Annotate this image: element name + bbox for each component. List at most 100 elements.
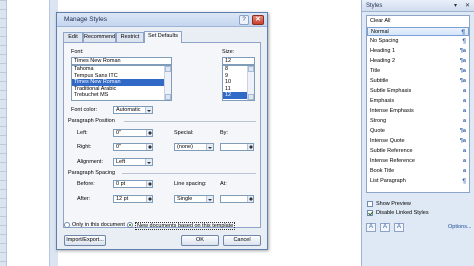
tab-set-defaults[interactable]: Set Defaults xyxy=(144,31,182,43)
help-button[interactable]: ? xyxy=(239,15,249,25)
paragraph-spacing-label: Paragraph Spacing xyxy=(68,170,116,176)
special-dropdown[interactable]: (none) xyxy=(174,143,214,151)
disable-linked-styles-label: Disable Linked Styles xyxy=(376,210,429,216)
style-item[interactable]: Subtle Emphasis a xyxy=(367,87,469,96)
pane-close-icon[interactable]: ✕ xyxy=(465,2,470,9)
style-item[interactable]: Heading 2 ¶a xyxy=(367,57,469,66)
before-label: Before: xyxy=(77,181,95,187)
style-item[interactable]: Title ¶a xyxy=(367,67,469,76)
style-item[interactable]: Intense Reference a xyxy=(367,157,469,166)
style-item[interactable]: Emphasis a xyxy=(367,97,469,106)
alignment-dropdown[interactable]: Left xyxy=(113,158,153,166)
style-item[interactable]: Heading 1 ¶a xyxy=(367,47,469,56)
ok-button[interactable]: OK xyxy=(181,235,219,246)
before-input[interactable]: 0 pt xyxy=(113,180,153,188)
tab-restrict[interactable]: Restrict xyxy=(116,32,144,42)
special-value: (none) xyxy=(177,144,193,150)
dialog-titlebar: Manage Styles ? ✕ xyxy=(57,13,267,27)
style-item[interactable]: Strong a xyxy=(367,117,469,126)
size-list[interactable]: 8 9 10 11 12 xyxy=(222,65,255,101)
style-item[interactable]: Book Title a xyxy=(367,167,469,176)
close-button[interactable]: ✕ xyxy=(252,15,264,25)
new-style-icon[interactable]: A xyxy=(366,223,376,232)
scroll-up-icon[interactable] xyxy=(165,66,171,72)
left-indent-value: 0" xyxy=(116,130,122,136)
style-name: Book Title xyxy=(370,168,395,174)
show-preview-label: Show Preview xyxy=(376,201,411,207)
spinner-icon[interactable] xyxy=(146,196,152,202)
spinner-icon[interactable] xyxy=(247,144,253,150)
tab-edit[interactable]: Edit xyxy=(63,32,83,42)
scroll-up-icon[interactable] xyxy=(248,66,254,72)
style-item[interactable]: Subtitle ¶a xyxy=(367,77,469,86)
cancel-button[interactable]: Cancel xyxy=(223,235,261,246)
chevron-down-icon xyxy=(206,144,213,150)
style-item[interactable]: Quote ¶a xyxy=(367,127,469,136)
options-link[interactable]: Options... xyxy=(448,224,472,230)
font-list[interactable]: Tahoma Tempus Sans ITC Times New Roman T… xyxy=(71,65,172,101)
at-label: At: xyxy=(220,181,227,187)
character-style-icon: a xyxy=(462,108,466,114)
style-name: Subtle Reference xyxy=(370,148,413,154)
size-list-scrollbar[interactable] xyxy=(247,66,254,100)
styles-pane-title: Styles xyxy=(366,3,383,9)
style-item[interactable]: List Paragraph ¶ xyxy=(367,177,469,186)
size-input[interactable]: 12 xyxy=(222,57,255,65)
disable-linked-styles-checkbox[interactable] xyxy=(367,210,373,216)
character-style-icon: a xyxy=(462,118,466,124)
at-input[interactable] xyxy=(220,195,254,203)
style-item[interactable]: Intense Quote ¶a xyxy=(367,137,469,146)
left-indent-input[interactable]: 0" xyxy=(113,129,153,137)
after-input[interactable]: 12 pt xyxy=(113,195,153,203)
style-name: Intense Quote xyxy=(370,138,405,144)
spinner-icon[interactable] xyxy=(247,196,253,202)
font-color-dropdown[interactable]: Automatic xyxy=(113,106,153,114)
style-inspector-icon[interactable]: A xyxy=(380,223,390,232)
section-divider xyxy=(122,173,256,174)
line-spacing-dropdown[interactable]: Single xyxy=(174,195,214,203)
before-value: 0 pt xyxy=(116,181,126,187)
style-name: Heading 2 xyxy=(370,58,396,64)
character-style-icon: a xyxy=(462,148,466,154)
tab-recommend[interactable]: Recommend xyxy=(83,32,116,42)
spinner-icon[interactable] xyxy=(146,144,152,150)
style-item[interactable]: Clear All xyxy=(367,17,469,26)
font-option[interactable]: Trebuchet MS xyxy=(72,92,171,99)
show-preview-checkbox[interactable] xyxy=(367,201,373,207)
scroll-down-icon[interactable] xyxy=(165,94,171,100)
right-indent-input[interactable]: 0" xyxy=(113,143,153,151)
font-color-label: Font color: xyxy=(71,107,97,113)
font-list-scrollbar[interactable] xyxy=(164,66,171,100)
styles-pane: Styles ▾ ✕ Clear All Normal ¶ No Spacing ¶… xyxy=(361,0,474,266)
styles-list[interactable]: Clear All Normal ¶ No Spacing ¶ Heading 1 ¶… xyxy=(366,15,470,193)
by-input[interactable] xyxy=(220,143,254,151)
style-item[interactable]: Subtle Reference a xyxy=(367,147,469,156)
document-ruler-area xyxy=(0,0,58,266)
paragraph-mark-icon: ¶ xyxy=(462,38,466,45)
line-spacing-value: Single xyxy=(177,196,193,202)
spinner-icon[interactable] xyxy=(146,181,152,187)
paragraph-mark-icon: ¶ xyxy=(462,178,466,185)
right-indent-value: 0" xyxy=(116,144,122,150)
import-export-button[interactable]: Import/Export... xyxy=(64,235,106,246)
style-item[interactable]: Intense Emphasis a xyxy=(367,107,469,116)
font-input[interactable]: Times New Roman xyxy=(71,57,172,65)
scroll-down-icon[interactable] xyxy=(248,94,254,100)
only-in-document-radio[interactable] xyxy=(64,222,70,228)
chevron-down-icon xyxy=(145,159,152,165)
style-item-selected[interactable]: Normal ¶ xyxy=(367,27,469,36)
spinner-icon[interactable] xyxy=(146,130,152,136)
left-indent-label: Left: xyxy=(77,130,88,136)
linked-style-icon: ¶a xyxy=(459,58,466,64)
character-style-icon: a xyxy=(462,98,466,104)
manage-styles-icon[interactable]: A xyxy=(394,223,404,232)
pane-menu-icon[interactable]: ▾ xyxy=(454,2,457,9)
only-in-document-label: Only in this document xyxy=(72,222,125,228)
new-documents-radio[interactable] xyxy=(127,222,133,228)
linked-style-icon: ¶a xyxy=(459,78,466,84)
style-item[interactable]: No Spacing ¶ xyxy=(367,37,469,46)
font-color-value: Automatic xyxy=(116,107,141,113)
alignment-value: Left xyxy=(116,159,126,165)
character-style-icon: a xyxy=(462,88,466,94)
manage-styles-dialog: Manage Styles ? ✕ Edit Recommend Restric… xyxy=(56,12,268,250)
